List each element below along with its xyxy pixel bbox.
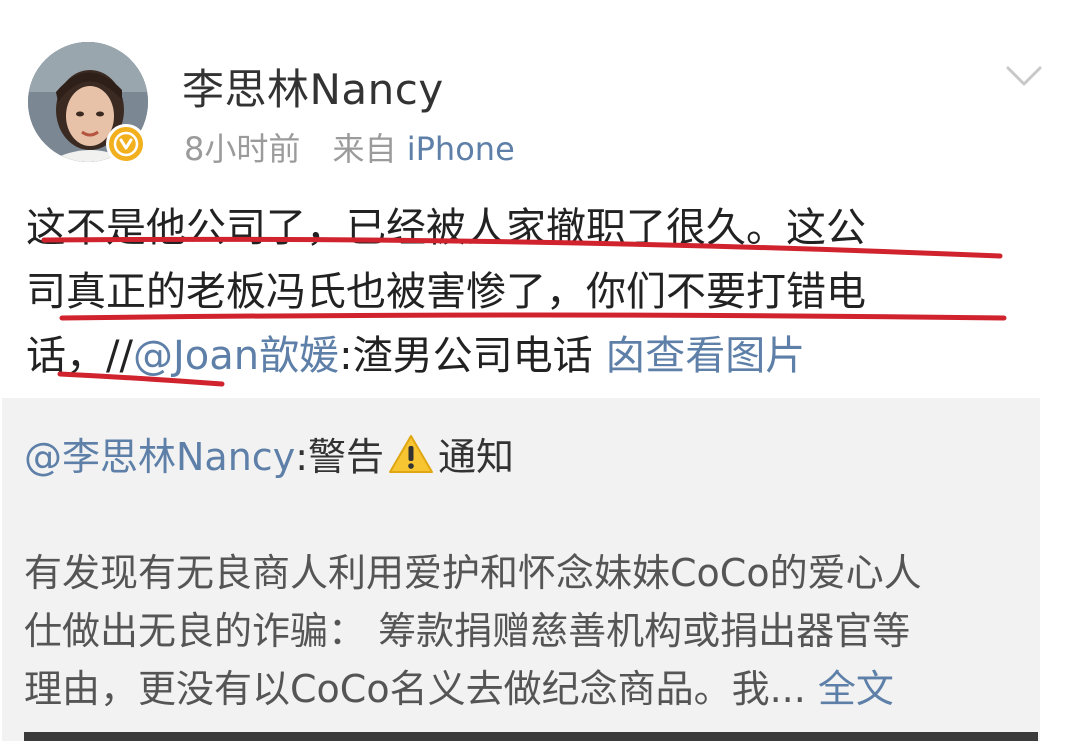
post-line: 司真正的老板冯氏也被害惨了，你们不要打错电: [26, 269, 866, 315]
retweet-header: @李思林Nancy :警告 通知: [24, 426, 514, 481]
post-meta: 8小时前 来自 iPhone: [184, 124, 515, 170]
verified-badge-icon: [106, 124, 146, 164]
view-image-link[interactable]: 囟查看图片: [605, 333, 805, 379]
post-line: 这不是他公司了，已经被人家撤职了很久。这公: [26, 205, 866, 251]
source-prefix: 来自: [332, 130, 397, 168]
retweet-line-text: 理由，更没有以CoCo名义去做纪念商品。我...: [24, 667, 818, 711]
weibo-post-screenshot: 李思林Nancy 8小时前 来自 iPhone 这不是他公司了，已经被人家撤职了…: [0, 0, 1080, 741]
author-name[interactable]: 李思林Nancy: [182, 56, 444, 117]
chevron-down-icon[interactable]: [1004, 62, 1044, 90]
retweet-head-text: 通知: [438, 435, 515, 479]
post-line-rest: :渣男公司电话: [339, 333, 593, 379]
retweet-text: 有发现有无良商人利用爱护和怀念妹妹CoCo的爱心人 仕做出无良的诈骗： 筹款捐赠…: [24, 544, 1034, 718]
full-text-link[interactable]: 全文: [818, 667, 894, 711]
post-time: 8小时前: [184, 130, 301, 168]
retweet-line: 理由，更没有以CoCo名义去做纪念商品。我... 全文: [24, 660, 1034, 718]
retweet-line: 仕做出无良的诈骗： 筹款捐赠慈善机构或捐出器官等: [24, 609, 911, 653]
image-preview-strip[interactable]: [24, 732, 1038, 741]
source-device[interactable]: iPhone: [407, 130, 515, 168]
post-line: 话，//@Joan歆媛:渣男公司电话 囟查看图片: [26, 324, 1026, 388]
retweet-card[interactable]: @李思林Nancy :警告 通知 有发现有无良商人利用爱护和怀念妹妹CoCo的爱…: [2, 398, 1040, 741]
retweet-head-text: :警告: [295, 435, 384, 479]
mention-link[interactable]: @Joan歆媛: [133, 333, 339, 379]
post-text: 这不是他公司了，已经被人家撤职了很久。这公 司真正的老板冯氏也被害惨了，你们不要…: [26, 196, 1026, 388]
retweet-mention[interactable]: @李思林Nancy: [24, 426, 295, 481]
post-line-prefix: 话，//: [26, 333, 133, 379]
warning-icon: [389, 434, 433, 473]
retweet-line: 有发现有无良商人利用爱护和怀念妹妹CoCo的爱心人: [24, 551, 922, 595]
